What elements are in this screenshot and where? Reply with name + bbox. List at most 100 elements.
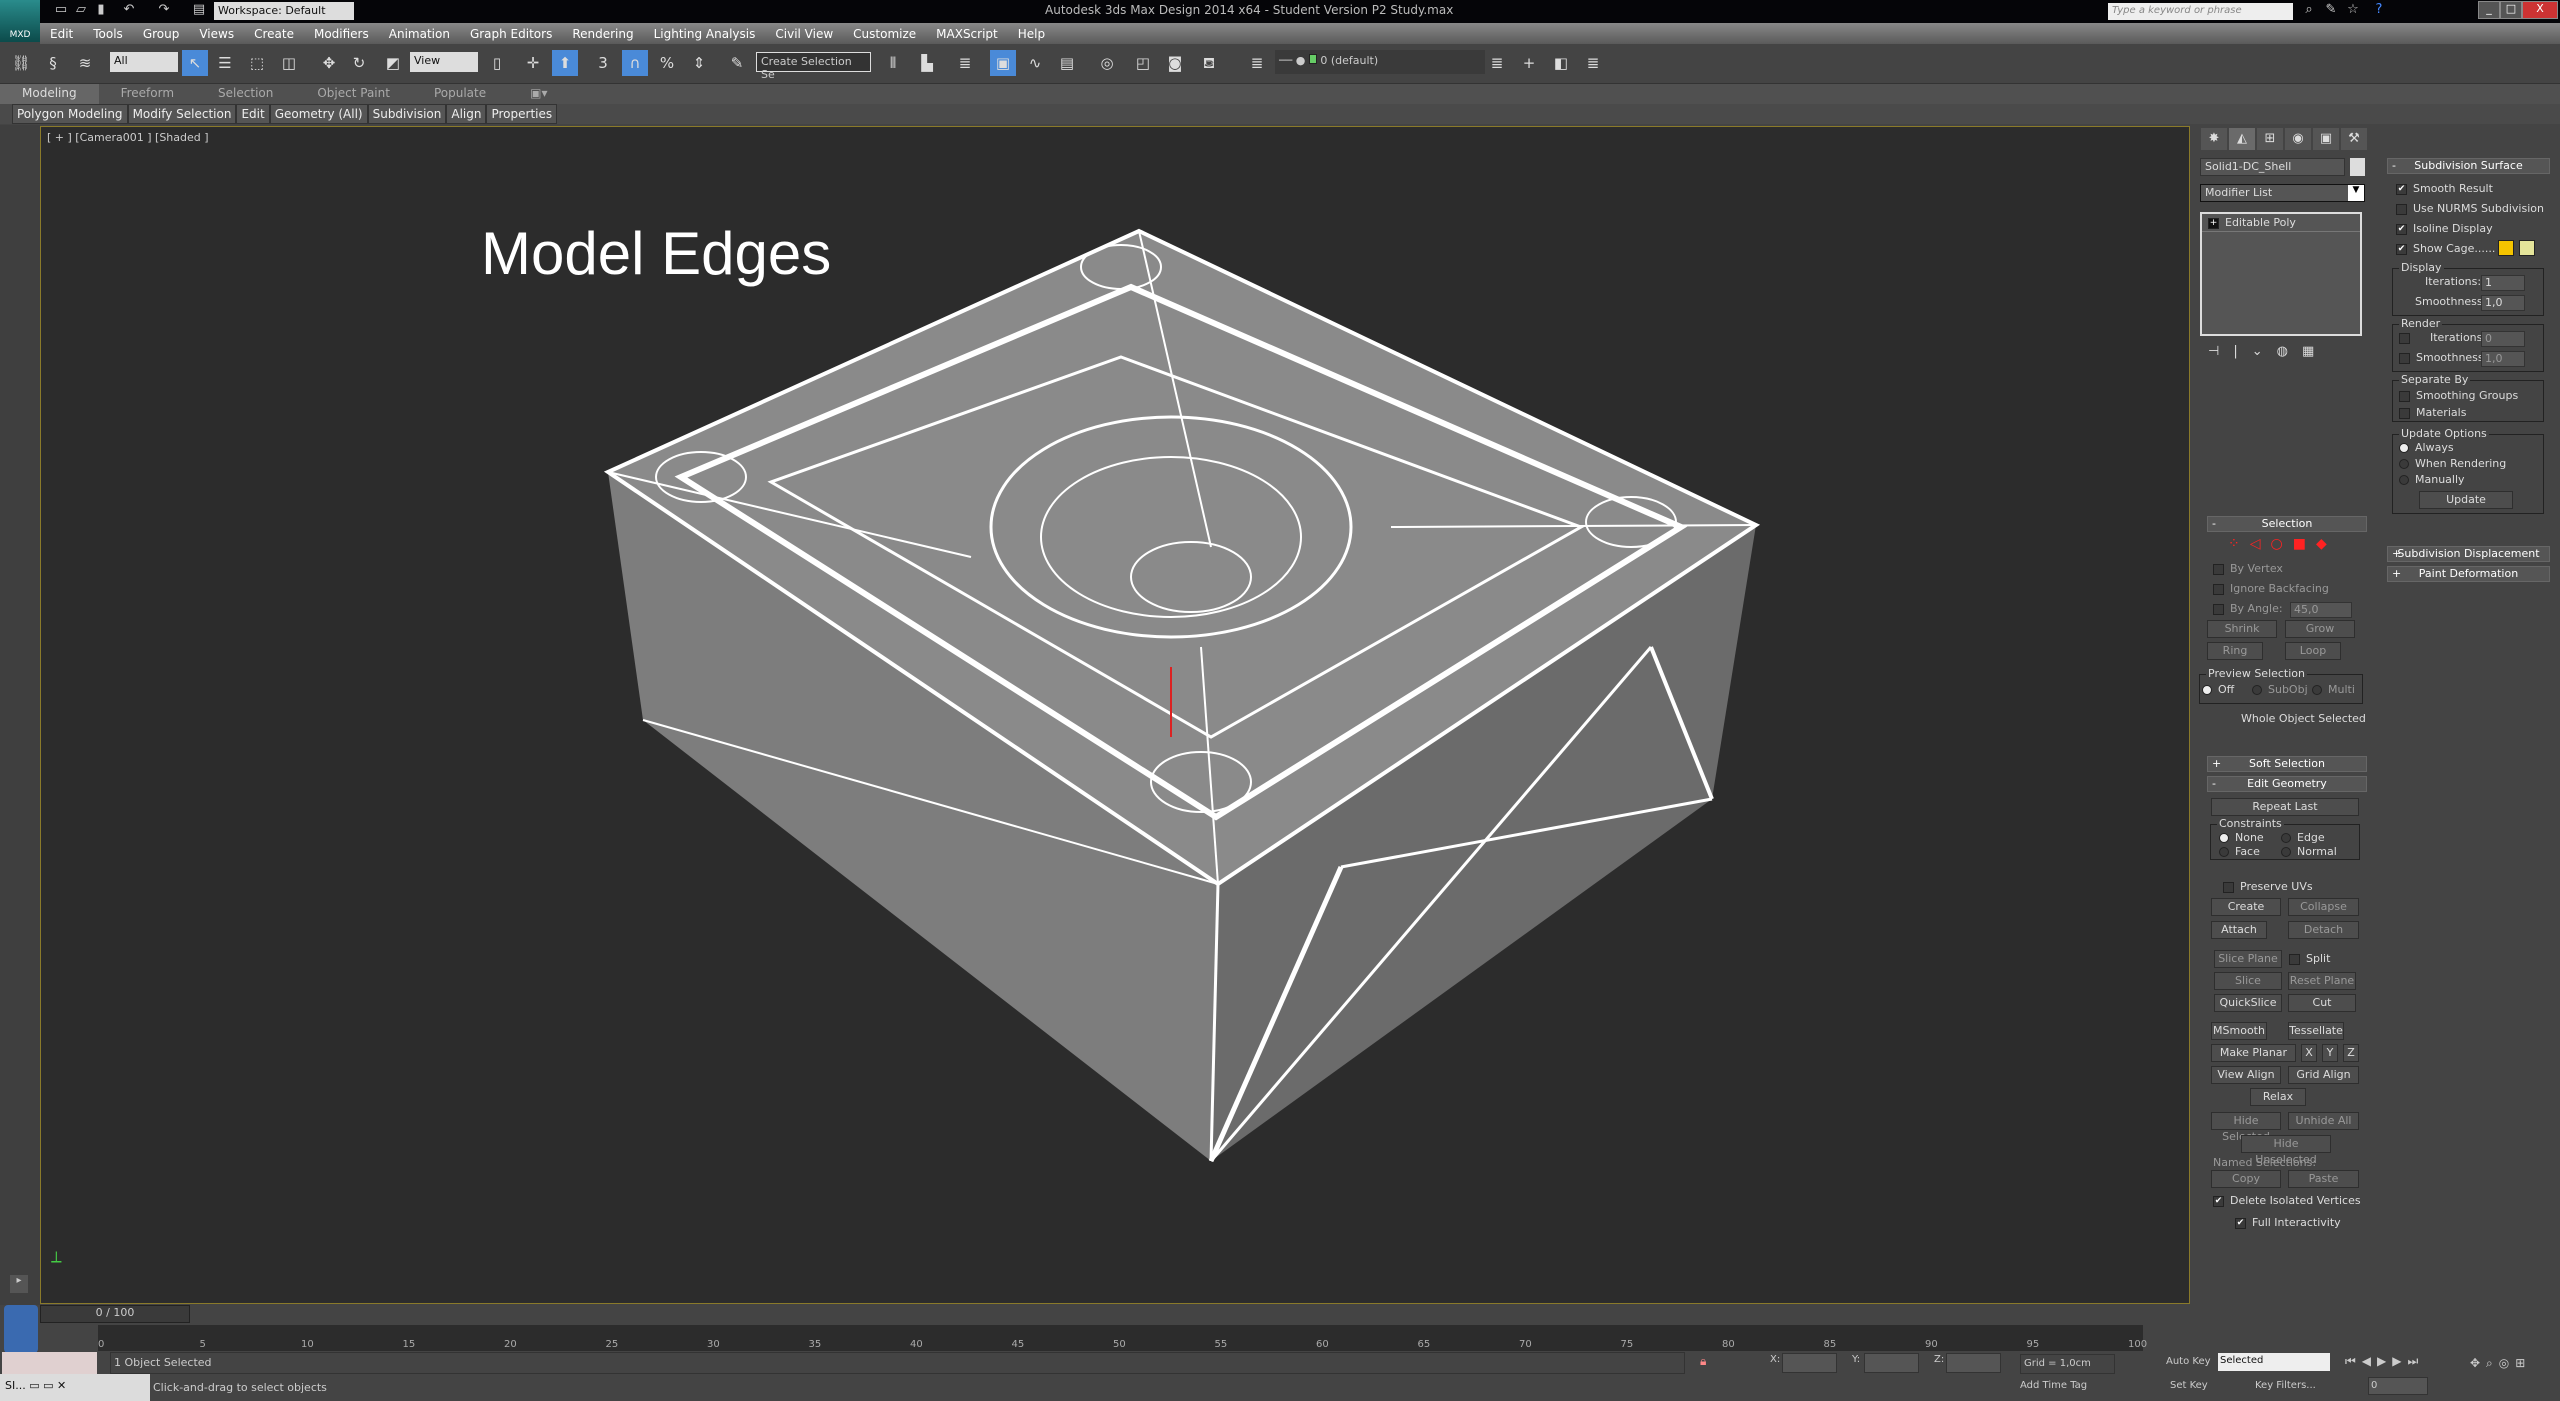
move-icon[interactable]: ✥	[316, 50, 342, 76]
select-manipulate-icon[interactable]: ✛	[520, 50, 546, 76]
keyboard-shortcut-override-icon[interactable]: ⬆	[552, 50, 578, 76]
render-smoothness-spinner[interactable]: 1,0	[2481, 351, 2525, 367]
save-icon[interactable]: ▮	[92, 2, 110, 20]
tab-populate[interactable]: Populate	[412, 84, 508, 104]
y-coordinate-field[interactable]	[1864, 1353, 1919, 1373]
use-nurms-checkbox[interactable]: Use NURMS Subdivision	[2396, 202, 2544, 215]
relax-button[interactable]: Relax	[2250, 1088, 2306, 1106]
close-button[interactable]: X	[2522, 1, 2558, 19]
auto-key-button[interactable]: Auto Key	[2166, 1356, 2211, 1367]
constraint-none-radio[interactable]: None	[2219, 831, 2264, 844]
undo-icon[interactable]: ↶	[120, 2, 138, 20]
collapse-button[interactable]: Collapse	[2288, 898, 2359, 916]
slice-button[interactable]: Slice	[2214, 972, 2282, 990]
materials-checkbox[interactable]: Materials	[2399, 406, 2466, 419]
rollout-soft-selection[interactable]: + Soft Selection	[2207, 756, 2367, 772]
angle-spinner[interactable]: 45,0	[2290, 602, 2352, 618]
project-folder-icon[interactable]: ▤	[190, 2, 208, 20]
planar-x-button[interactable]: X	[2301, 1044, 2317, 1062]
detach-button[interactable]: Detach	[2288, 921, 2359, 939]
display-iterations-spinner[interactable]: 1	[2481, 275, 2525, 291]
shrink-button[interactable]: Shrink	[2207, 620, 2277, 638]
panel-geometry-all[interactable]: Geometry (All)	[269, 104, 368, 124]
key-filters-button[interactable]: Key Filters...	[2255, 1380, 2316, 1391]
preview-off-radio[interactable]: Off	[2202, 683, 2234, 696]
viewport-navigation-icons[interactable]: ✥⌕◎⊞	[2470, 1356, 2531, 1371]
redo-icon[interactable]: ↷	[155, 2, 173, 20]
grow-button[interactable]: Grow	[2285, 620, 2355, 638]
panel-edit[interactable]: Edit	[236, 104, 270, 124]
tessellate-button[interactable]: Tessellate	[2288, 1022, 2344, 1040]
menu-civil-view[interactable]: Civil View	[765, 27, 843, 41]
material-editor-icon[interactable]: ◎	[1094, 50, 1120, 76]
align-icon[interactable]: ▙	[914, 50, 940, 76]
slice-plane-button[interactable]: Slice Plane	[2214, 950, 2282, 968]
favorites-icon[interactable]: ☆	[2344, 2, 2362, 20]
repeat-last-button[interactable]: Repeat Last	[2211, 798, 2359, 816]
current-frame-field[interactable]: 0	[2368, 1377, 2428, 1395]
full-interactivity-checkbox[interactable]: ✔ Full Interactivity	[2235, 1216, 2341, 1229]
playback-controls-icons[interactable]: ⏮◀▶▶⏭	[2345, 1354, 2424, 1369]
panel-properties[interactable]: Properties	[486, 104, 558, 124]
help-icon[interactable]: ?	[2370, 2, 2388, 20]
angle-snap-icon[interactable]: ∩	[622, 50, 648, 76]
app-logo[interactable]: MXD	[0, 0, 40, 42]
display-smoothness-spinner[interactable]: 1,0	[2481, 295, 2525, 311]
rectangle-selection-icon[interactable]: ⬚	[244, 50, 270, 76]
snap-toggle-icon[interactable]: 3	[590, 50, 616, 76]
add-time-tag-button[interactable]: Add Time Tag	[2020, 1380, 2087, 1391]
new-file-icon[interactable]: ▭	[52, 2, 70, 20]
rollout-edit-geometry[interactable]: - Edit Geometry	[2207, 776, 2367, 792]
ribbon-toggle-icon[interactable]: ▣	[990, 50, 1016, 76]
by-vertex-checkbox[interactable]: By Vertex	[2213, 562, 2283, 575]
render-production-icon[interactable]: ⛾	[1196, 50, 1222, 76]
subobject-level-icons[interactable]: ⁘◁○■◆	[2228, 536, 2337, 552]
utilities-tab-icon[interactable]: ⚒	[2341, 128, 2367, 150]
hierarchy-tab-icon[interactable]: ⊞	[2257, 128, 2283, 150]
tab-selection[interactable]: Selection	[196, 84, 295, 104]
reference-coordinate-dropdown[interactable]: View	[410, 52, 478, 72]
link-icon[interactable]: ⛓	[8, 50, 34, 76]
unlink-icon[interactable]: §	[40, 50, 66, 76]
render-iterations-spinner[interactable]: 0	[2481, 331, 2525, 347]
add-to-layer-icon[interactable]: +	[1516, 50, 1542, 76]
isoline-display-checkbox[interactable]: ✔ Isoline Display	[2396, 222, 2493, 235]
motion-tab-icon[interactable]: ◉	[2285, 128, 2311, 150]
tab-freeform[interactable]: Freeform	[99, 84, 196, 104]
selection-filter-dropdown[interactable]: All	[110, 52, 178, 72]
preserve-uvs-checkbox[interactable]: Preserve UVs	[2223, 880, 2313, 893]
ignore-backfacing-checkbox[interactable]: Ignore Backfacing	[2213, 582, 2329, 595]
menu-animation[interactable]: Animation	[379, 27, 460, 41]
rollout-subdivision-surface[interactable]: - Subdivision Surface	[2387, 158, 2550, 174]
curve-editor-icon[interactable]: ∿	[1022, 50, 1048, 76]
tab-object-paint[interactable]: Object Paint	[295, 84, 412, 104]
reset-plane-button[interactable]: Reset Plane	[2288, 972, 2356, 990]
quickslice-button[interactable]: QuickSlice	[2214, 994, 2282, 1012]
menu-create[interactable]: Create	[244, 27, 304, 41]
new-layer-icon[interactable]: ≣	[1484, 50, 1510, 76]
menu-group[interactable]: Group	[133, 27, 190, 41]
create-tab-icon[interactable]: ✸	[2201, 128, 2227, 150]
schematic-view-icon[interactable]: ▤	[1054, 50, 1080, 76]
expand-arrow-icon[interactable]: ▸	[10, 1275, 28, 1293]
rollout-subdivision-displacement[interactable]: + Subdivision Displacement	[2387, 546, 2550, 562]
preview-multi-radio[interactable]: Multi	[2312, 683, 2355, 696]
update-manually-radio[interactable]: Manually	[2399, 473, 2465, 486]
z-coordinate-field[interactable]	[1946, 1353, 2001, 1373]
lock-selection-icon[interactable]: 🔒︎	[1700, 1354, 1706, 1369]
stack-item-editable-poly[interactable]: + Editable Poly	[2202, 214, 2360, 232]
ring-button[interactable]: Ring	[2207, 642, 2263, 660]
scale-icon[interactable]: ◩	[380, 50, 406, 76]
constraint-face-radio[interactable]: Face	[2219, 845, 2260, 858]
make-planar-button[interactable]: Make Planar	[2211, 1044, 2296, 1062]
rotate-icon[interactable]: ↻	[346, 50, 372, 76]
select-in-layer-icon[interactable]: ◧	[1548, 50, 1574, 76]
menu-customize[interactable]: Customize	[843, 27, 926, 41]
percent-snap-icon[interactable]: %	[654, 50, 680, 76]
render-iterations-checkbox[interactable]: Iterations:	[2399, 331, 2486, 344]
maxscript-listener-mini[interactable]	[2, 1352, 97, 1374]
menu-lighting-analysis[interactable]: Lighting Analysis	[644, 27, 766, 41]
timeline-track[interactable]: 0 5 10 15 20 25 30 35 40 45 50 55 60 65 70 75 80 85 90 95 10…	[98, 1325, 2147, 1351]
object-name-field[interactable]: Solid1-DC_Shell	[2200, 158, 2345, 176]
communication-icon[interactable]: ✎	[2322, 2, 2340, 20]
